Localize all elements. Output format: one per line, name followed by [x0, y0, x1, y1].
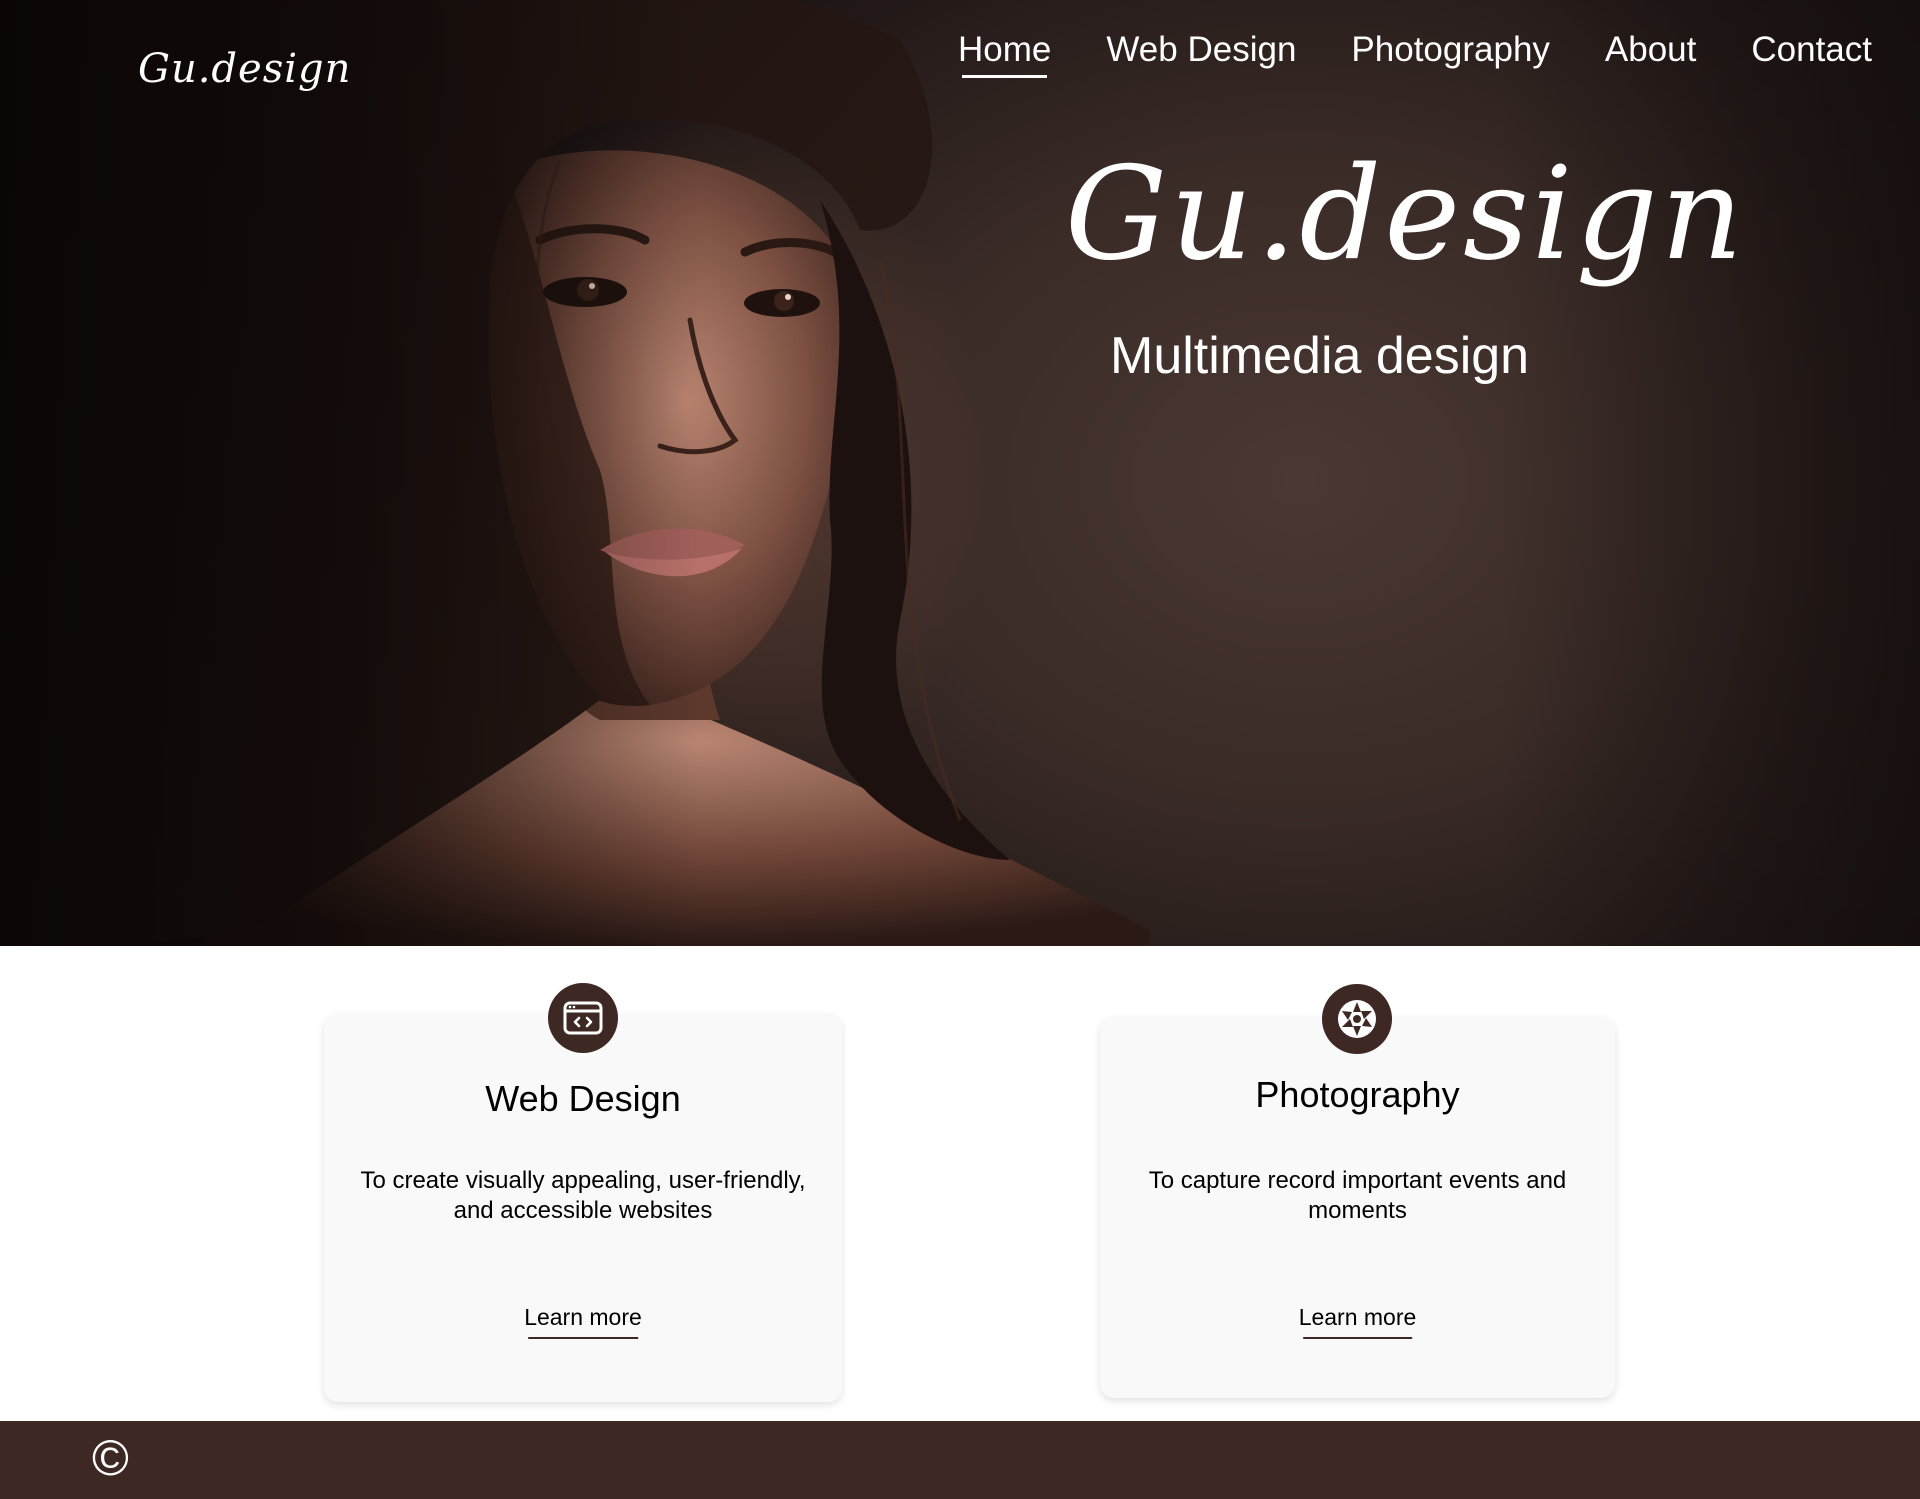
card-title: Photography: [1255, 1074, 1460, 1115]
hero-title: Gu.design: [1065, 140, 1747, 289]
learn-more-link[interactable]: Learn more: [524, 1304, 642, 1339]
camera-aperture-icon: [1322, 984, 1392, 1054]
code-window-icon: [548, 983, 618, 1053]
hero-subtitle: Multimedia design: [1110, 327, 1530, 385]
nav-item-about[interactable]: About: [1605, 30, 1696, 78]
service-card-photography: Photography To capture record important …: [1100, 1017, 1615, 1398]
nav-item-home[interactable]: Home: [958, 30, 1051, 78]
nav-item-photography[interactable]: Photography: [1351, 30, 1549, 78]
copyright-symbol: ©: [92, 1430, 129, 1486]
nav-item-contact[interactable]: Contact: [1751, 30, 1872, 78]
card-description: To capture record important events and m…: [1148, 1167, 1567, 1224]
nav-item-web-design[interactable]: Web Design: [1106, 30, 1296, 78]
card-description: To create visually appealing, user-frien…: [360, 1167, 806, 1224]
site-footer: ©: [0, 1421, 1920, 1499]
site-logo[interactable]: Gu.design: [138, 46, 351, 92]
card-title: Web Design: [485, 1078, 681, 1119]
hero-left-shade: [0, 0, 700, 946]
hero-section: Gu.design Home Web Design Photography Ab…: [0, 0, 1920, 946]
main-nav: Home Web Design Photography About Contac…: [958, 30, 1872, 78]
service-card-web-design: Web Design To create visually appealing,…: [324, 1014, 842, 1402]
learn-more-link[interactable]: Learn more: [1299, 1304, 1416, 1339]
